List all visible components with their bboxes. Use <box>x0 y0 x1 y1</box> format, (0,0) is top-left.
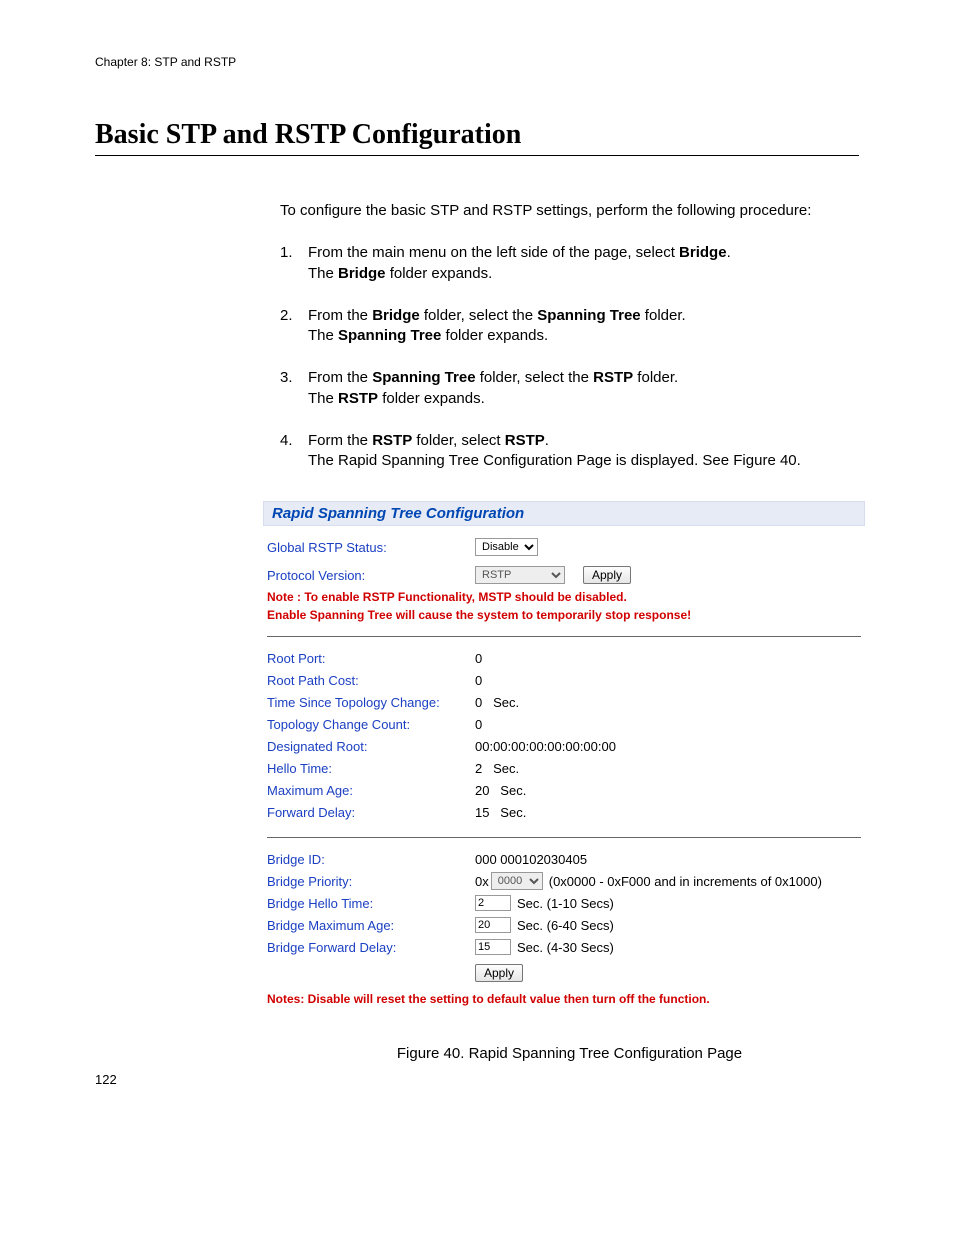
bridge-priority-prefix: 0x <box>475 874 489 889</box>
designated-root-value: 00:00:00:00:00:00:00:00 <box>475 739 616 754</box>
text: Form the <box>308 432 372 449</box>
bold-text: RSTP <box>372 432 412 449</box>
divider <box>267 837 861 838</box>
root-port-label: Root Port: <box>267 651 475 666</box>
bridge-hello-input[interactable] <box>475 895 511 911</box>
forward-delay-value: 15 Sec. <box>475 805 526 820</box>
bold-text: Spanning Tree <box>537 307 640 324</box>
text: The <box>308 265 338 282</box>
bold-text: RSTP <box>505 432 545 449</box>
bold-text: Bridge <box>372 307 420 324</box>
page-title: Basic STP and RSTP Configuration <box>95 119 859 156</box>
bridge-priority-label: Bridge Priority: <box>267 874 475 889</box>
bold-text: Bridge <box>338 265 386 282</box>
step-number: 3. <box>280 368 308 409</box>
root-port-value: 0 <box>475 651 482 666</box>
max-age-value: 20 Sec. <box>475 783 526 798</box>
designated-root-label: Designated Root: <box>267 739 475 754</box>
text: . <box>727 244 731 261</box>
rstp-config-panel: Rapid Spanning Tree Configuration Global… <box>263 501 865 1010</box>
step-text: From the Spanning Tree folder, select th… <box>308 368 859 409</box>
bridge-fwd-delay-input[interactable] <box>475 939 511 955</box>
step-1: 1. From the main menu on the left side o… <box>280 243 859 284</box>
hello-time-label: Hello Time: <box>267 761 475 776</box>
bold-text: Bridge <box>679 244 727 261</box>
tc-count-label: Topology Change Count: <box>267 717 475 732</box>
protocol-version-label: Protocol Version: <box>267 568 475 583</box>
divider <box>267 636 861 637</box>
panel-title: Rapid Spanning Tree Configuration <box>263 501 865 526</box>
bridge-priority-hint: (0x0000 - 0xF000 and in increments of 0x… <box>549 874 822 889</box>
step-text: From the Bridge folder, select the Spann… <box>308 306 859 347</box>
root-path-cost-value: 0 <box>475 673 482 688</box>
tc-count-value: 0 <box>475 717 482 732</box>
note-disable-reset: Notes: Disable will reset the setting to… <box>267 992 861 1006</box>
bold-text: RSTP <box>593 369 633 386</box>
text: From the main menu on the left side of t… <box>308 244 679 261</box>
bridge-priority-select[interactable]: 0000 <box>491 872 543 890</box>
step-number: 4. <box>280 431 308 472</box>
text: folder, select <box>412 432 505 449</box>
global-rstp-status-select[interactable]: Disable <box>475 538 538 556</box>
step-2: 2. From the Bridge folder, select the Sp… <box>280 306 859 347</box>
global-rstp-status-label: Global RSTP Status: <box>267 540 475 555</box>
time-since-tc-value: 0 Sec. <box>475 695 519 710</box>
note-stop-response: Enable Spanning Tree will cause the syst… <box>267 608 861 622</box>
text: folder. <box>641 307 686 324</box>
text: . <box>545 432 549 449</box>
bold-text: RSTP <box>338 390 378 407</box>
hello-time-value: 2 Sec. <box>475 761 519 776</box>
apply-button-top[interactable]: Apply <box>583 566 631 584</box>
text: folder expands. <box>378 390 485 407</box>
apply-button-bottom[interactable]: Apply <box>475 964 523 982</box>
root-path-cost-label: Root Path Cost: <box>267 673 475 688</box>
chapter-header: Chapter 8: STP and RSTP <box>95 55 859 69</box>
step-number: 2. <box>280 306 308 347</box>
note-mstp-disabled: Note : To enable RSTP Functionality, MST… <box>267 590 861 604</box>
time-since-tc-label: Time Since Topology Change: <box>267 695 475 710</box>
text: folder expands. <box>386 265 493 282</box>
bridge-id-value: 000 000102030405 <box>475 852 587 867</box>
protocol-version-select[interactable]: RSTP <box>475 566 565 584</box>
step-text: From the main menu on the left side of t… <box>308 243 859 284</box>
bridge-hello-hint: Sec. (1-10 Secs) <box>517 896 614 911</box>
text: folder. <box>633 369 678 386</box>
text: The Rapid Spanning Tree Configuration Pa… <box>308 452 801 469</box>
step-3: 3. From the Spanning Tree folder, select… <box>280 368 859 409</box>
bridge-max-age-hint: Sec. (6-40 Secs) <box>517 918 614 933</box>
page-number: 122 <box>95 1072 117 1087</box>
step-4: 4. Form the RSTP folder, select RSTP. Th… <box>280 431 859 472</box>
text: From the <box>308 369 372 386</box>
bridge-max-age-label: Bridge Maximum Age: <box>267 918 475 933</box>
bridge-hello-label: Bridge Hello Time: <box>267 896 475 911</box>
figure-caption: Figure 40. Rapid Spanning Tree Configura… <box>280 1045 859 1062</box>
step-text: Form the RSTP folder, select RSTP. The R… <box>308 431 859 472</box>
step-number: 1. <box>280 243 308 284</box>
bridge-fwd-delay-label: Bridge Forward Delay: <box>267 940 475 955</box>
forward-delay-label: Forward Delay: <box>267 805 475 820</box>
max-age-label: Maximum Age: <box>267 783 475 798</box>
text: folder, select the <box>420 307 538 324</box>
text: folder expands. <box>441 327 548 344</box>
text: The <box>308 390 338 407</box>
bold-text: Spanning Tree <box>338 327 441 344</box>
text: folder, select the <box>476 369 594 386</box>
bridge-max-age-input[interactable] <box>475 917 511 933</box>
intro-paragraph: To configure the basic STP and RSTP sett… <box>280 201 859 221</box>
bridge-id-label: Bridge ID: <box>267 852 475 867</box>
text: From the <box>308 307 372 324</box>
bold-text: Spanning Tree <box>372 369 475 386</box>
bridge-fwd-delay-hint: Sec. (4-30 Secs) <box>517 940 614 955</box>
text: The <box>308 327 338 344</box>
